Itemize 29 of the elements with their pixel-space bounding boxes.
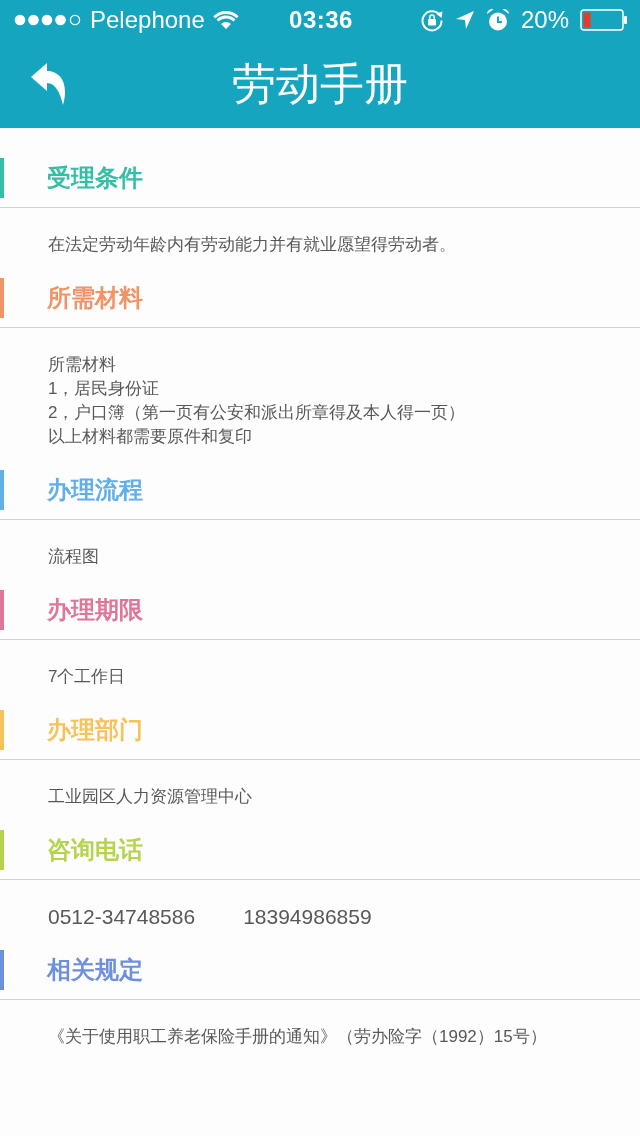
- signal-strength-icon: [14, 14, 82, 26]
- wifi-icon: [212, 10, 239, 30]
- section-title: 受理条件: [47, 162, 143, 193]
- section-text: 所需材料: [48, 354, 117, 376]
- section-text: 工业园区人力资源管理中心: [48, 786, 253, 808]
- battery-percent: 20%: [520, 6, 569, 34]
- location-arrow-icon: [454, 10, 475, 30]
- section-text: 流程图: [48, 546, 100, 568]
- alarm-clock-icon: [485, 8, 510, 32]
- carrier-name: Pelephone: [90, 6, 205, 34]
- section-text: 在法定劳动年龄内有劳动能力并有就业愿望得劳动者。: [48, 234, 457, 256]
- status-time: 03:36: [289, 6, 353, 34]
- phone-number: 18394986859: [243, 905, 372, 929]
- section-title: 办理部门: [47, 714, 143, 745]
- section-text: 《关于使用职工养老保险手册的通知》（劳办险字（1992）15号）: [48, 1026, 548, 1048]
- section-title: 办理期限: [47, 594, 143, 625]
- rotation-lock-icon: [419, 8, 444, 32]
- section-text: 1，居民身份证: [48, 378, 161, 400]
- section-title: 所需材料: [47, 282, 143, 313]
- section-title: 相关规定: [47, 954, 143, 985]
- phone-number: 0512-34748586: [48, 905, 196, 929]
- page-title: 劳动手册: [232, 58, 408, 110]
- section-text: 2，户口簿（第一页有公安和派出所章得及本人得一页）: [48, 402, 467, 424]
- back-arrow-icon: [30, 62, 68, 106]
- section-text: 7个工作日: [48, 666, 127, 688]
- section-title: 咨询电话: [47, 834, 143, 865]
- battery-icon: [580, 9, 628, 31]
- section-title: 办理流程: [47, 474, 143, 505]
- section-text: 以上材料都需要原件和复印: [48, 426, 253, 448]
